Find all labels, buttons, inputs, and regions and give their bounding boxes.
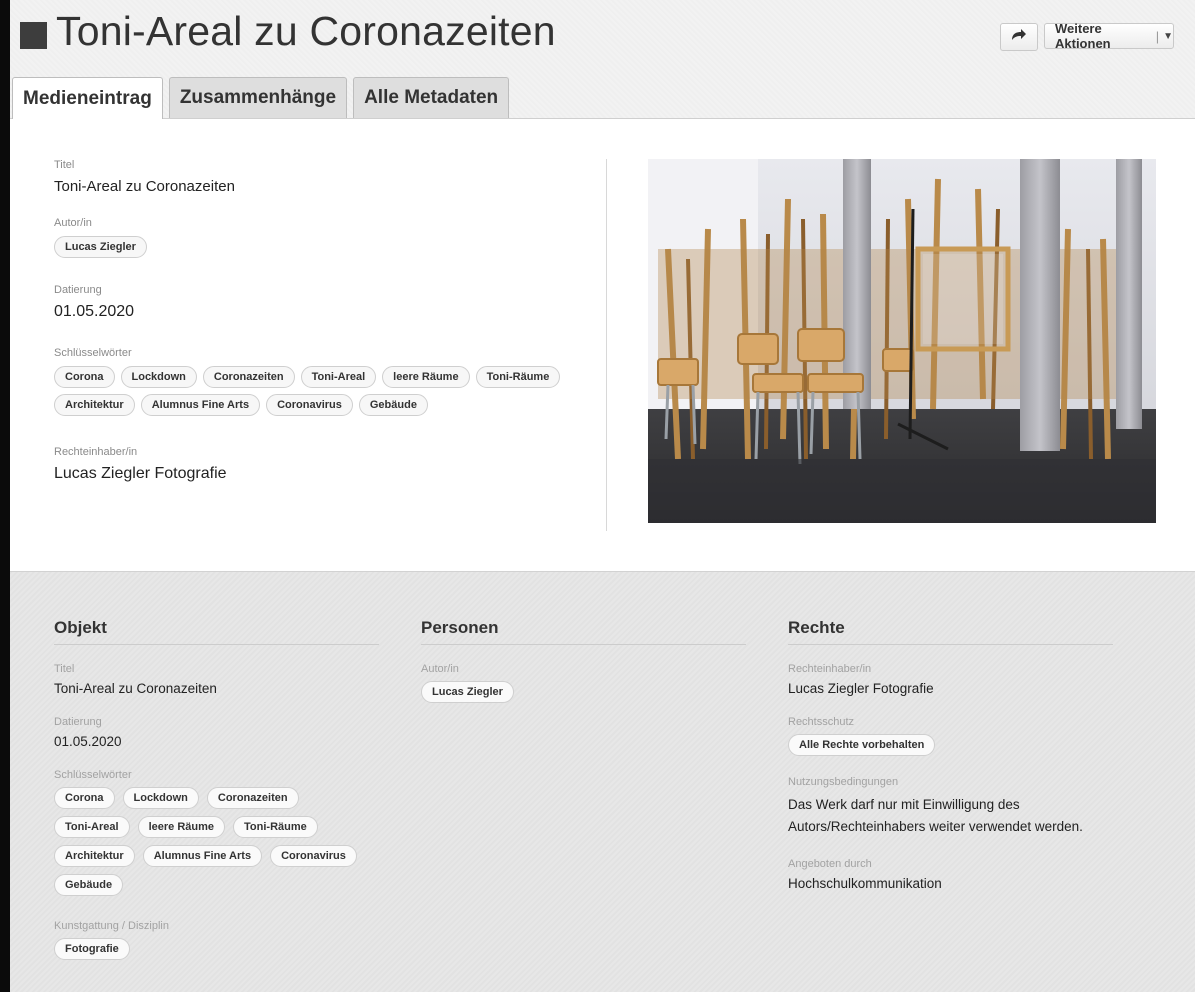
author-tag[interactable]: Lucas Ziegler bbox=[54, 236, 147, 258]
field-label: Rechtsschutz bbox=[788, 716, 855, 728]
divider bbox=[606, 159, 607, 531]
field-value: Lucas Ziegler Fotografie bbox=[788, 681, 934, 696]
keyword-tag[interactable]: Coronavirus bbox=[266, 394, 353, 416]
field-label: Datierung bbox=[54, 284, 102, 296]
objekt-title-field: Titel Toni-Areal zu Coronazeiten bbox=[54, 663, 379, 696]
rechte-offered-field: Angeboten durch Hochschulkommunikation bbox=[788, 858, 1113, 891]
rechte-column: Rechte Rechteinhaber/in Lucas Ziegler Fo… bbox=[788, 618, 1113, 911]
rights-tag[interactable]: Alle Rechte vorbehalten bbox=[788, 734, 936, 756]
field-value: Toni-Areal zu Coronazeiten bbox=[54, 681, 217, 696]
more-actions-label: Weitere Aktionen bbox=[1055, 21, 1111, 51]
keyword-tag[interactable]: Alumnus Fine Arts bbox=[140, 394, 261, 416]
keyword-tag[interactable]: Toni-Räume bbox=[475, 366, 561, 388]
keyword-tag[interactable]: leere Räume bbox=[137, 816, 226, 838]
keyword-tag[interactable]: Toni-Areal bbox=[300, 366, 377, 388]
field-label: Nutzungsbedingungen bbox=[788, 776, 899, 788]
genre-tag[interactable]: Fotografie bbox=[54, 938, 130, 960]
field-label: Autor/in bbox=[421, 663, 459, 675]
share-button[interactable] bbox=[1000, 23, 1038, 51]
field-value: 01.05.2020 bbox=[54, 734, 122, 749]
keyword-tag[interactable]: Corona bbox=[54, 787, 115, 809]
objekt-keywords-field: Schlüsselwörter Corona Lockdown Coronaze… bbox=[54, 769, 379, 896]
summary-author-field: Autor/in Lucas Ziegler bbox=[54, 217, 614, 258]
media-entry-panel: Titel Toni-Areal zu Coronazeiten Autor/i… bbox=[10, 119, 1195, 571]
metadata-summary-section: Objekt Titel Toni-Areal zu Coronazeiten … bbox=[10, 571, 1195, 992]
chevron-down-icon: ▼ bbox=[1163, 30, 1173, 42]
share-arrow-icon bbox=[1011, 28, 1027, 46]
page-header: Toni-Areal zu Coronazeiten Weitere Aktio… bbox=[10, 0, 1195, 119]
keyword-tag[interactable]: Lockdown bbox=[122, 787, 199, 809]
section-heading-personen: Personen bbox=[421, 618, 746, 645]
field-value: Toni-Areal zu Coronazeiten bbox=[54, 178, 235, 195]
field-value: Lucas Ziegler Fotografie bbox=[54, 465, 227, 482]
tab-bar: Medieneintrag Zusammenhänge Alle Metadat… bbox=[12, 77, 515, 119]
field-label: Angeboten durch bbox=[788, 858, 872, 870]
keyword-tag[interactable]: leere Räume bbox=[382, 366, 470, 388]
keyword-list: Corona Lockdown Coronazeiten Toni-Areal … bbox=[54, 366, 594, 416]
keyword-tag[interactable]: Coronazeiten bbox=[206, 787, 299, 809]
tab-medieneintrag[interactable]: Medieneintrag bbox=[12, 77, 163, 119]
page-title: Toni-Areal zu Coronazeiten bbox=[56, 8, 556, 54]
tab-alle-metadaten[interactable]: Alle Metadaten bbox=[353, 77, 510, 118]
field-value: 01.05.2020 bbox=[54, 303, 135, 320]
more-actions-button[interactable]: Weitere Aktionen | ▼ bbox=[1044, 21, 1174, 51]
objekt-genre-field: Kunstgattung / Disziplin Fotografie bbox=[54, 920, 379, 960]
section-heading-objekt: Objekt bbox=[54, 618, 379, 645]
objekt-column: Objekt Titel Toni-Areal zu Coronazeiten … bbox=[54, 618, 379, 980]
field-label: Kunstgattung / Disziplin bbox=[54, 920, 169, 932]
keyword-tag[interactable]: Coronazeiten bbox=[202, 366, 295, 388]
rechte-terms-field: Nutzungsbedingungen Das Werk darf nur mi… bbox=[788, 776, 1113, 838]
summary-keywords-field: Schlüsselwörter Corona Lockdown Coronaze… bbox=[54, 347, 614, 416]
page: Toni-Areal zu Coronazeiten Weitere Aktio… bbox=[10, 0, 1195, 992]
keyword-tag[interactable]: Architektur bbox=[54, 845, 135, 867]
section-heading-rechte: Rechte bbox=[788, 618, 1113, 645]
keyword-list: Corona Lockdown Coronazeiten Toni-Areal … bbox=[54, 787, 364, 896]
keyword-tag[interactable]: Architektur bbox=[54, 394, 135, 416]
tab-zusammenhaenge[interactable]: Zusammenhänge bbox=[168, 77, 348, 118]
media-preview-image[interactable] bbox=[648, 159, 1156, 523]
field-label: Titel bbox=[54, 159, 75, 171]
keyword-tag[interactable]: Lockdown bbox=[120, 366, 197, 388]
field-value: Das Werk darf nur mit Einwilligung des A… bbox=[788, 797, 1083, 834]
objekt-date-field: Datierung 01.05.2020 bbox=[54, 716, 379, 749]
button-separator: | bbox=[1155, 28, 1160, 44]
summary-date-field: Datierung 01.05.2020 bbox=[54, 284, 614, 321]
summary-title-field: Titel Toni-Areal zu Coronazeiten bbox=[54, 159, 614, 195]
summary-rights-field: Rechteinhaber/in Lucas Ziegler Fotografi… bbox=[54, 446, 614, 483]
field-label: Titel bbox=[54, 663, 75, 675]
summary-metadata: Titel Toni-Areal zu Coronazeiten Autor/i… bbox=[54, 159, 614, 505]
keyword-tag[interactable]: Coronavirus bbox=[270, 845, 357, 867]
keyword-tag[interactable]: Gebäude bbox=[54, 874, 124, 896]
media-type-icon bbox=[20, 22, 47, 49]
field-label: Rechteinhaber/in bbox=[54, 446, 138, 458]
field-value: Hochschulkommunikation bbox=[788, 876, 942, 891]
personen-column: Personen Autor/in Lucas Ziegler bbox=[421, 618, 746, 723]
personen-author-field: Autor/in Lucas Ziegler bbox=[421, 663, 746, 703]
keyword-tag[interactable]: Gebäude bbox=[358, 394, 428, 416]
field-label: Rechteinhaber/in bbox=[788, 663, 872, 675]
rechte-protection-field: Rechtsschutz Alle Rechte vorbehalten bbox=[788, 716, 1113, 756]
author-tag[interactable]: Lucas Ziegler bbox=[421, 681, 514, 703]
field-label: Schlüsselwörter bbox=[54, 769, 132, 781]
field-label: Datierung bbox=[54, 716, 102, 728]
keyword-tag[interactable]: Toni-Areal bbox=[54, 816, 130, 838]
window-frame bbox=[0, 0, 10, 992]
keyword-tag[interactable]: Toni-Räume bbox=[233, 816, 318, 838]
field-label: Schlüsselwörter bbox=[54, 347, 132, 359]
rechte-holder-field: Rechteinhaber/in Lucas Ziegler Fotografi… bbox=[788, 663, 1113, 696]
keyword-tag[interactable]: Corona bbox=[54, 366, 115, 388]
keyword-tag[interactable]: Alumnus Fine Arts bbox=[142, 845, 263, 867]
field-label: Autor/in bbox=[54, 217, 92, 229]
